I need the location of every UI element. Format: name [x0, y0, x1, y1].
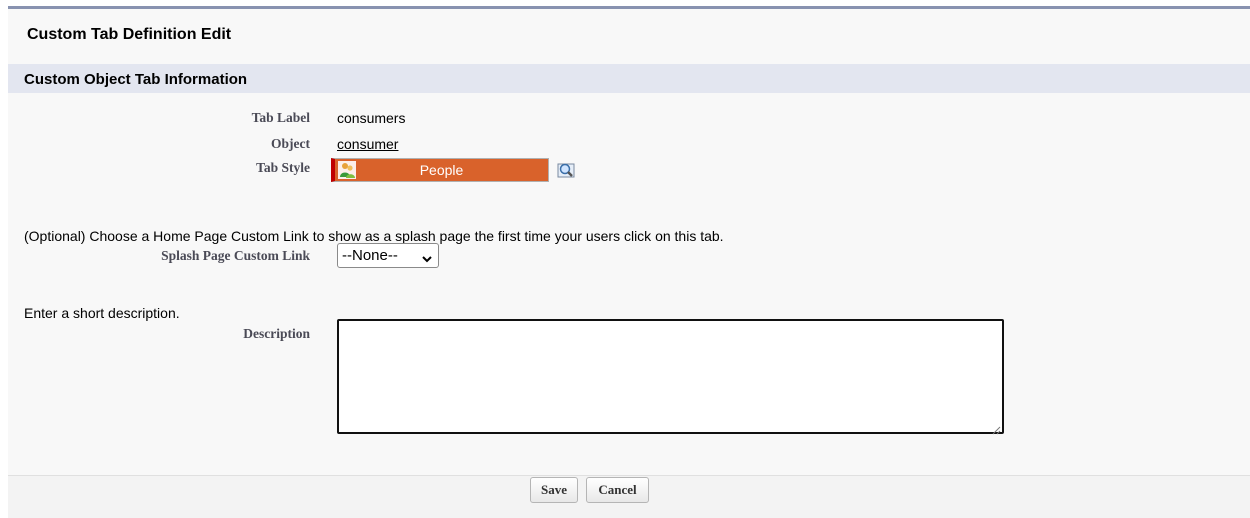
magnifier-icon	[557, 163, 575, 178]
tab-style-label: Tab Style	[256, 160, 310, 175]
splash-page-select[interactable]: --None--	[337, 243, 439, 268]
resize-grip-icon[interactable]	[992, 422, 1001, 435]
splash-help-text: (Optional) Choose a Home Page Custom Lin…	[24, 228, 724, 244]
description-textarea[interactable]	[337, 319, 1004, 435]
tab-label-value: consumers	[337, 110, 406, 126]
tab-style-name: People	[419, 162, 464, 178]
save-button[interactable]: Save	[530, 477, 578, 503]
tab-style-lookup-button[interactable]	[557, 161, 577, 179]
tab-style-preview: People	[331, 158, 549, 182]
object-label: Object	[271, 136, 310, 151]
object-link[interactable]: consumer	[337, 136, 398, 152]
description-help-text: Enter a short description.	[24, 305, 180, 321]
section-header: Custom Object Tab Information	[8, 64, 1250, 93]
chevron-down-icon	[422, 251, 432, 263]
description-label: Description	[243, 326, 310, 341]
section-title: Custom Object Tab Information	[24, 71, 248, 88]
splash-page-selected: --None--	[342, 247, 398, 264]
cancel-button[interactable]: Cancel	[586, 477, 649, 503]
splash-label: Splash Page Custom Link	[161, 248, 310, 263]
page-title: Custom Tab Definition Edit	[27, 26, 232, 43]
tab-label-label: Tab Label	[251, 110, 310, 125]
